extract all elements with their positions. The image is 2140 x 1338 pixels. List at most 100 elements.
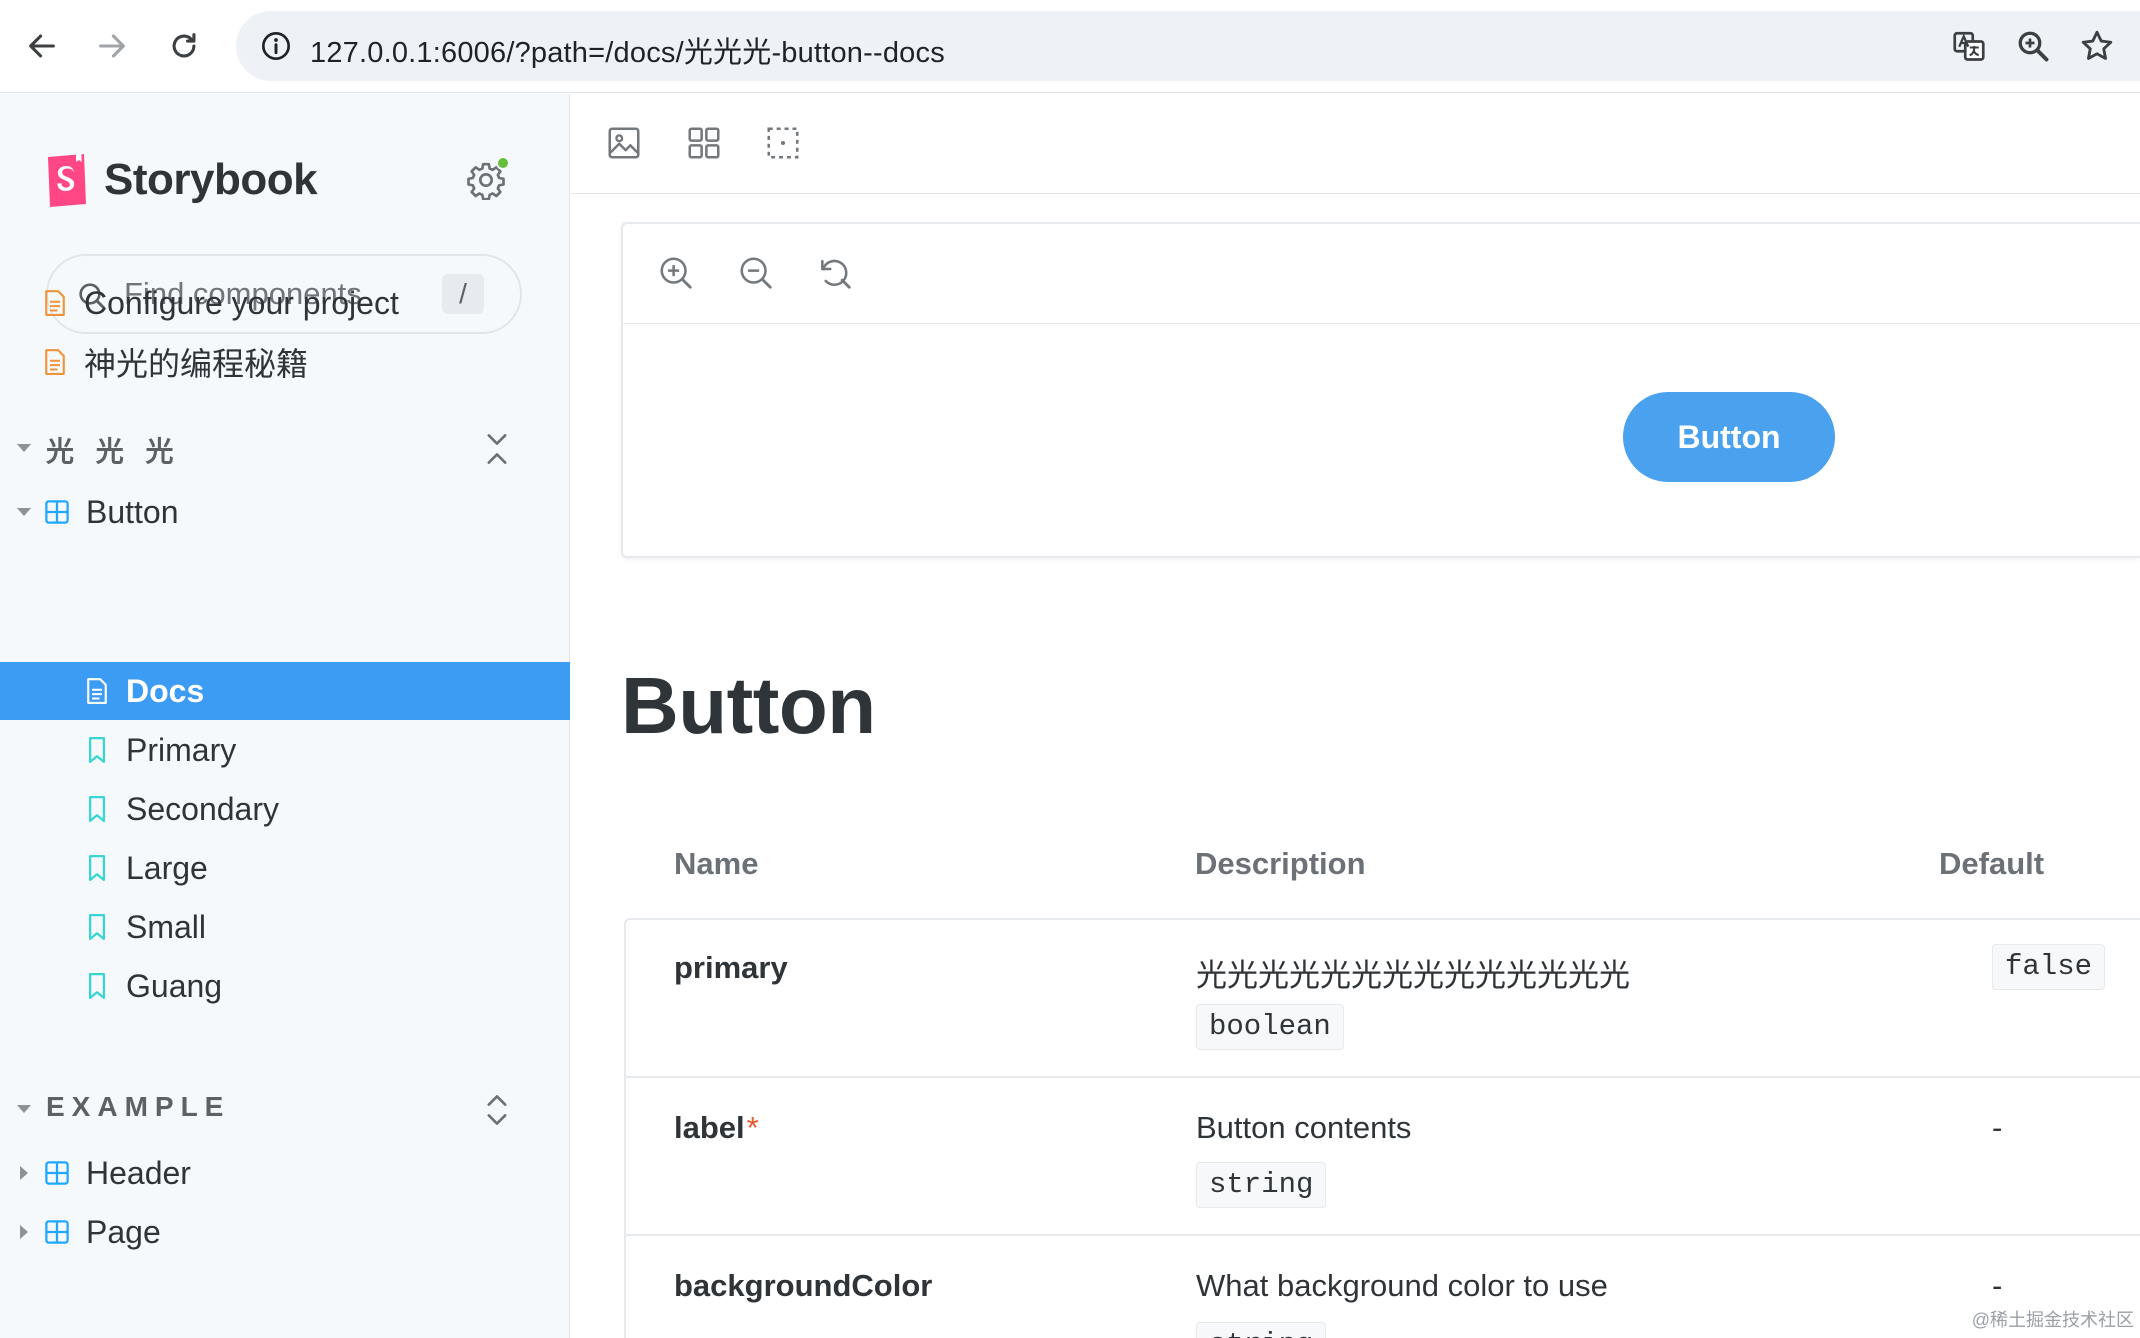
caret-down-icon: [17, 508, 31, 516]
page-title: Button: [621, 661, 876, 750]
column-header-name: Name: [674, 846, 759, 881]
caret-down-icon: [17, 1105, 31, 1113]
sidebar-item-label: Header: [86, 1154, 191, 1191]
document-icon: [87, 678, 107, 704]
sidebar-item-label: 神光的编程秘籍: [84, 346, 309, 382]
site-info-button[interactable]: [254, 24, 298, 68]
document-icon: [45, 349, 65, 375]
sidebar-item-shenguang[interactable]: 神光的编程秘籍: [0, 333, 570, 391]
storybook-brand[interactable]: Storybook: [44, 150, 318, 210]
sidebar-item-label: Docs: [126, 672, 205, 709]
prop-type: boolean: [1196, 1004, 1344, 1050]
zoom-button[interactable]: [2010, 23, 2056, 69]
table-row: label* Button contents string -: [626, 1078, 2140, 1236]
sidebar-item-secondary[interactable]: Secondary: [0, 780, 570, 838]
sidebar-item-header-component[interactable]: Header: [0, 1144, 570, 1202]
translate-icon: [1953, 31, 1985, 61]
zoom-icon: [2018, 31, 2049, 62]
sidebar-item-label: Configure your project: [84, 284, 399, 321]
group-label: EXAMPLE: [46, 1091, 231, 1122]
sidebar-item-label: Large: [126, 849, 208, 886]
prop-description: What background color to use: [1196, 1268, 1608, 1303]
status-dot: [496, 156, 510, 170]
bookmark-star-button[interactable]: [2074, 23, 2120, 69]
required-marker: *: [746, 1110, 759, 1145]
group-label: 光 光 光: [46, 436, 181, 467]
sidebar-item-docs[interactable]: Docs: [0, 662, 570, 720]
brand-name: Storybook: [104, 155, 318, 204]
prop-description: 光光光光光光光光光光光光光光: [1196, 958, 1630, 993]
props-table: primary 光光光光光光光光光光光光光光 boolean false lab…: [624, 918, 2140, 1338]
collapse-icon[interactable]: [480, 430, 514, 468]
bookmark-icon: [89, 914, 105, 940]
document-icon: [45, 290, 65, 316]
arrow-left-icon: [29, 34, 55, 58]
address-bar[interactable]: 127.0.0.1:6006/?path=/docs/光光光-button--d…: [236, 11, 2140, 81]
sidebar: Storybook / Configure your project 神光的编程…: [0, 94, 570, 1338]
prop-name: backgroundColor: [674, 1268, 934, 1304]
preview-button[interactable]: Button: [1623, 392, 1835, 482]
sidebar-item-button-component[interactable]: Button: [0, 483, 570, 541]
sidebar-group-example[interactable]: EXAMPLE: [0, 1083, 570, 1137]
prop-name-text: backgroundColor: [674, 1268, 933, 1303]
sidebar-item-configure-your-project[interactable]: Configure your project: [0, 274, 570, 332]
story-preview: Button: [621, 222, 2140, 558]
sidebar-item-label: Page: [86, 1213, 161, 1250]
prop-default: -: [1992, 1268, 2003, 1303]
component-icon: [45, 1220, 69, 1244]
reload-button[interactable]: [160, 22, 208, 70]
translate-button[interactable]: [1946, 23, 1992, 69]
sidebar-item-primary[interactable]: Primary: [0, 721, 570, 779]
storybook-logo-icon: [48, 154, 86, 207]
prop-default: -: [1992, 1110, 2003, 1145]
browser-toolbar: 127.0.0.1:6006/?path=/docs/光光光-button--d…: [0, 0, 2140, 93]
sidebar-item-label: Secondary: [126, 790, 279, 827]
outline-icon[interactable]: [764, 124, 802, 162]
info-icon: [262, 32, 290, 60]
prop-type: string: [1196, 1322, 1327, 1338]
sidebar-item-small[interactable]: Small: [0, 898, 570, 956]
reload-icon: [172, 33, 196, 58]
storybook-toolbar: [571, 94, 2140, 194]
sidebar-group-guang[interactable]: 光 光 光: [0, 422, 570, 476]
url-text[interactable]: 127.0.0.1:6006/?path=/docs/光光光-button--d…: [310, 29, 945, 71]
prop-name-text: primary: [674, 950, 788, 985]
star-icon: [2081, 30, 2113, 60]
bookmark-icon: [89, 796, 105, 822]
caret-right-icon: [20, 1225, 28, 1239]
sidebar-item-page-component[interactable]: Page: [0, 1203, 570, 1261]
sidebar-item-guang[interactable]: Guang: [0, 957, 570, 1015]
zoom-in-icon[interactable]: [657, 254, 695, 292]
prop-description: Button contents: [1196, 1110, 1412, 1145]
sidebar-item-label: Small: [126, 908, 207, 945]
bookmark-icon: [89, 973, 105, 999]
prop-default: false: [1992, 944, 2106, 990]
preview-toolbar: [623, 224, 2140, 324]
background-image-icon[interactable]: [605, 124, 643, 162]
prop-type: string: [1196, 1162, 1327, 1208]
zoom-reset-icon[interactable]: [816, 254, 854, 292]
sidebar-item-label: Button: [86, 493, 179, 530]
caret-down-icon: [17, 444, 31, 452]
sidebar-item-large[interactable]: Large: [0, 839, 570, 897]
component-icon: [45, 1161, 69, 1185]
caret-right-icon: [20, 1166, 28, 1180]
bookmark-icon: [89, 855, 105, 881]
sidebar-item-label: Guang: [126, 967, 223, 1004]
table-row: backgroundColor What background color to…: [626, 1236, 2140, 1338]
settings-button[interactable]: [466, 156, 510, 200]
docs-panel: Button Button Name Description Default p…: [571, 94, 2140, 1338]
expand-icon[interactable]: [480, 1091, 514, 1129]
column-header-default: Default: [1939, 846, 2045, 881]
component-icon: [45, 500, 69, 524]
arrow-right-icon: [99, 34, 125, 58]
back-button[interactable]: [18, 22, 66, 70]
table-row: primary 光光光光光光光光光光光光光光 boolean false: [626, 920, 2140, 1078]
forward-button[interactable]: [88, 22, 136, 70]
zoom-out-icon[interactable]: [737, 254, 775, 292]
prop-name: label*: [674, 1110, 759, 1146]
prop-name-text: label: [674, 1110, 745, 1145]
column-header-description: Description: [1195, 846, 1366, 881]
grid-icon[interactable]: [685, 124, 723, 162]
prop-name: primary: [674, 950, 790, 986]
